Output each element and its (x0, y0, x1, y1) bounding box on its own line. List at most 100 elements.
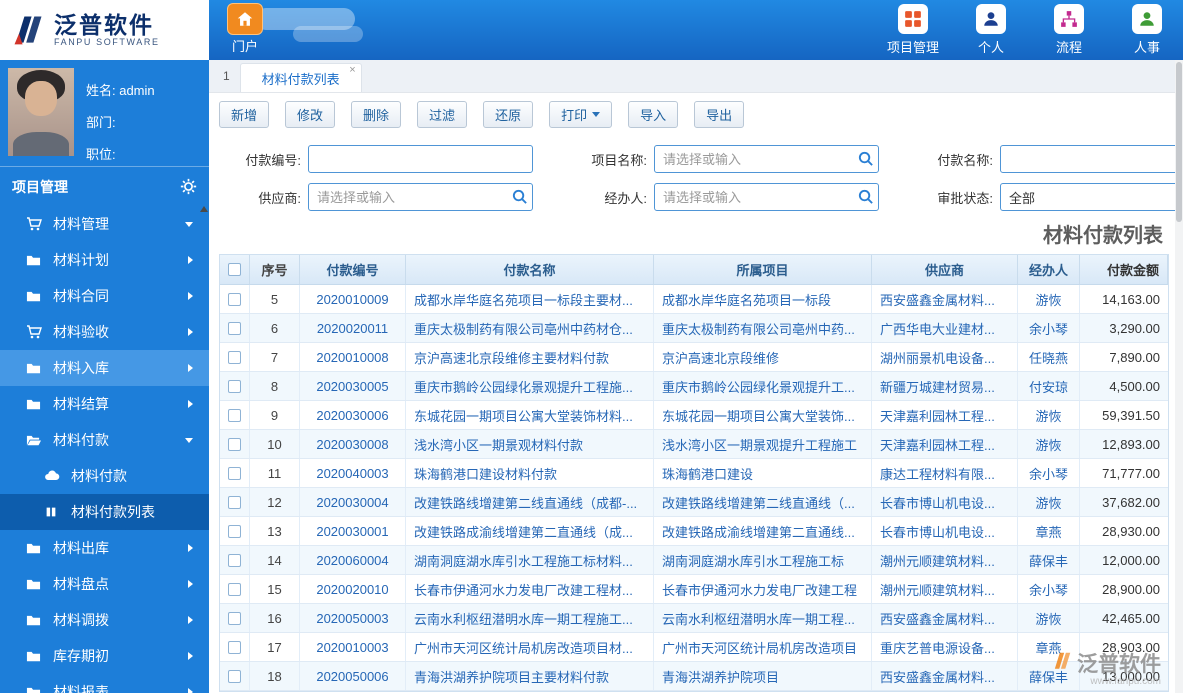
handler-link[interactable]: 余小琴 (1029, 319, 1068, 338)
handler-link[interactable]: 任晓燕 (1029, 348, 1068, 367)
project-link[interactable]: 青海洪湖养护院项目 (662, 667, 779, 686)
project-link[interactable]: 成都水岸华庭名苑项目一标段 (662, 290, 831, 309)
table-row[interactable]: 15 2020020010 长春市伊通河水力发电厂改建工程材... 长春市伊通河… (220, 575, 1168, 604)
table-row[interactable]: 17 2020010003 广州市天河区统计局机房改造项目材... 广州市天河区… (220, 633, 1168, 662)
sidebar-item-material-payment-list[interactable]: 材料付款列表 (0, 494, 209, 530)
project-link[interactable]: 东城花园一期项目公寓大堂装饰... (662, 406, 855, 425)
payment-name-link[interactable]: 改建铁路线增建第二线直通线（成都-... (414, 493, 637, 512)
nav-project-management[interactable]: 项目管理 (885, 4, 941, 56)
filter-button[interactable]: 过滤 (417, 101, 468, 128)
handler-link[interactable]: 薛保丰 (1029, 551, 1068, 570)
gear-icon[interactable] (180, 178, 197, 195)
export-button[interactable]: 导出 (694, 101, 745, 128)
row-checkbox[interactable] (228, 466, 241, 480)
project-link[interactable]: 湖南洞庭湖水库引水工程施工标 (662, 551, 844, 570)
payment-no-link[interactable]: 2020030005 (316, 379, 388, 394)
delete-button[interactable]: 删除 (351, 101, 402, 128)
handler-link[interactable]: 游恢 (1035, 435, 1061, 454)
select-all-checkbox[interactable] (228, 263, 241, 276)
table-row[interactable]: 14 2020060004 湖南洞庭湖水库引水工程施工标材料... 湖南洞庭湖水… (220, 546, 1168, 575)
payment-no-link[interactable]: 2020030006 (316, 408, 388, 423)
payment-no-link[interactable]: 2020030008 (316, 437, 388, 452)
search-icon[interactable] (857, 188, 874, 205)
handler-link[interactable]: 余小琴 (1029, 464, 1068, 483)
supplier-link[interactable]: 康达工程材料有限... (880, 464, 995, 483)
table-row[interactable]: 5 2020010009 成都水岸华庭名苑项目一标段主要材... 成都水岸华庭名… (220, 285, 1168, 314)
payment-no-link[interactable]: 2020030001 (316, 524, 388, 539)
row-checkbox[interactable] (228, 611, 241, 625)
payment-no-link[interactable]: 2020030004 (316, 495, 388, 510)
payment-no-link[interactable]: 2020010009 (316, 292, 388, 307)
edit-button[interactable]: 修改 (285, 101, 336, 128)
payment-name-link[interactable]: 重庆太极制药有限公司亳州中药材仓... (414, 319, 633, 338)
table-row[interactable]: 8 2020030005 重庆市鹅岭公园绿化景观提升工程施... 重庆市鹅岭公园… (220, 372, 1168, 401)
sidebar-item-material-report[interactable]: 材料报表 (0, 674, 209, 693)
table-row[interactable]: 9 2020030006 东城花园一期项目公寓大堂装饰材料... 东城花园一期项… (220, 401, 1168, 430)
supplier-link[interactable]: 新疆万城建材贸易... (880, 377, 995, 396)
sidebar-item-material-outbound[interactable]: 材料出库 (0, 530, 209, 566)
payment-name-link[interactable]: 珠海鹤港口建设材料付款 (414, 464, 557, 483)
supplier-link[interactable]: 潮州元顺建筑材料... (880, 551, 995, 570)
sidebar-item-material-management[interactable]: 材料管理 (0, 206, 209, 242)
project-link[interactable]: 改建铁路成渝线增建第二直通线... (662, 522, 855, 541)
sidebar-item-opening-inventory[interactable]: 库存期初 (0, 638, 209, 674)
payment-name-link[interactable]: 云南水利枢纽潜明水库一期工程施工... (414, 609, 633, 628)
row-checkbox[interactable] (228, 669, 241, 683)
portal-button[interactable]: 门户 (219, 3, 271, 55)
sidebar-item-material-settlement[interactable]: 材料结算 (0, 386, 209, 422)
supplier-link[interactable]: 西安盛鑫金属材料... (880, 667, 995, 686)
supplier-link[interactable]: 天津嘉利园林工程... (880, 406, 995, 425)
table-row[interactable]: 10 2020030008 浅水湾小区一期景观材料付款 浅水湾小区一期景观提升工… (220, 430, 1168, 459)
row-checkbox[interactable] (228, 524, 241, 538)
payment-name-link[interactable]: 改建铁路成渝线增建第二直通线（成... (414, 522, 633, 541)
supplier-link[interactable]: 长春市博山机电设... (880, 522, 995, 541)
project-link[interactable]: 浅水湾小区一期景观提升工程施工 (662, 435, 857, 454)
payment-name-link[interactable]: 长春市伊通河水力发电厂改建工程材... (414, 580, 633, 599)
row-checkbox[interactable] (228, 495, 241, 509)
handler-link[interactable]: 游恢 (1035, 290, 1061, 309)
supplier-link[interactable]: 天津嘉利园林工程... (880, 435, 995, 454)
table-row[interactable]: 11 2020040003 珠海鹤港口建设材料付款 珠海鹤港口建设 康达工程材料… (220, 459, 1168, 488)
supplier-link[interactable]: 潮州元顺建筑材料... (880, 580, 995, 599)
table-row[interactable]: 12 2020030004 改建铁路线增建第二线直通线（成都-... 改建铁路线… (220, 488, 1168, 517)
payment-name-link[interactable]: 浅水湾小区一期景观材料付款 (414, 435, 583, 454)
table-row[interactable]: 6 2020020011 重庆太极制药有限公司亳州中药材仓... 重庆太极制药有… (220, 314, 1168, 343)
payment-no-link[interactable]: 2020020010 (316, 582, 388, 597)
project-link[interactable]: 广州市天河区统计局机房改造项目 (662, 638, 857, 657)
payment-no-link[interactable]: 2020060004 (316, 553, 388, 568)
scroll-up-arrow[interactable] (200, 206, 208, 212)
handler-link[interactable]: 章燕 (1035, 638, 1061, 657)
scrollbar-thumb[interactable] (1176, 62, 1182, 222)
restore-button[interactable]: 还原 (483, 101, 534, 128)
handler-link[interactable]: 游恢 (1035, 406, 1061, 425)
payment-no-link[interactable]: 2020020011 (317, 321, 388, 336)
project-link[interactable]: 长春市伊通河水力发电厂改建工程 (662, 580, 857, 599)
supplier-link[interactable]: 重庆艺普电源设备... (880, 638, 995, 657)
sidebar-item-material-transfer[interactable]: 材料调拨 (0, 602, 209, 638)
sidebar-item-material-acceptance[interactable]: 材料验收 (0, 314, 209, 350)
handler-link[interactable]: 游恢 (1035, 609, 1061, 628)
project-link[interactable]: 重庆市鹅岭公园绿化景观提升工... (662, 377, 855, 396)
payment-no-link[interactable]: 2020050003 (316, 611, 388, 626)
row-checkbox[interactable] (228, 553, 241, 567)
search-icon[interactable] (857, 150, 874, 167)
table-row[interactable]: 7 2020010008 京沪高速北京段维修主要材料付款 京沪高速北京段维修 湖… (220, 343, 1168, 372)
handler-input[interactable] (654, 183, 879, 211)
sidebar-item-material-inbound[interactable]: 材料入库 (0, 350, 209, 386)
table-row[interactable]: 13 2020030001 改建铁路成渝线增建第二直通线（成... 改建铁路成渝… (220, 517, 1168, 546)
supplier-input[interactable] (308, 183, 533, 211)
add-button[interactable]: 新增 (219, 101, 270, 128)
supplier-link[interactable]: 西安盛鑫金属材料... (880, 290, 995, 309)
sidebar-item-material-contract[interactable]: 材料合同 (0, 278, 209, 314)
payment-name-link[interactable]: 湖南洞庭湖水库引水工程施工标材料... (414, 551, 633, 570)
sidebar-item-material-plan[interactable]: 材料计划 (0, 242, 209, 278)
handler-link[interactable]: 薛保丰 (1029, 667, 1068, 686)
project-link[interactable]: 珠海鹤港口建设 (662, 464, 753, 483)
row-checkbox[interactable] (228, 379, 241, 393)
tab-material-payment-list[interactable]: 材料付款列表 × (239, 63, 362, 92)
payment-name-link[interactable]: 京沪高速北京段维修主要材料付款 (414, 348, 609, 367)
table-row[interactable]: 16 2020050003 云南水利枢纽潜明水库一期工程施工... 云南水利枢纽… (220, 604, 1168, 633)
payment-name-input[interactable] (1000, 145, 1183, 173)
sidebar-item-material-payment-entry[interactable]: 材料付款 (0, 458, 209, 494)
row-checkbox[interactable] (228, 321, 241, 335)
